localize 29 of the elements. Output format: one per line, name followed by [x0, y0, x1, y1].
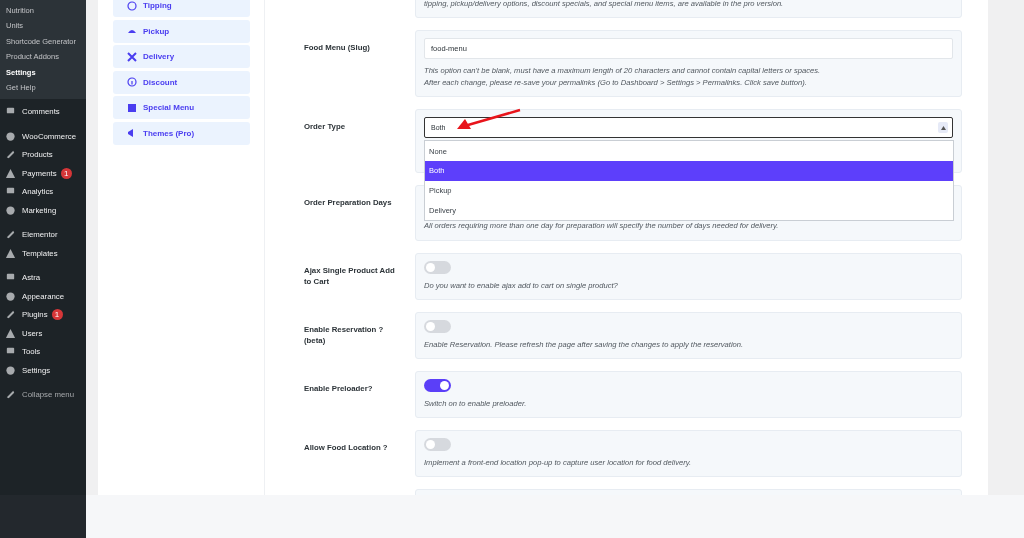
count-badge: 1	[51, 309, 63, 321]
toggle-switch[interactable]	[424, 378, 451, 392]
tab-icon	[127, 102, 137, 113]
settings-tab[interactable]: Themes (Pro)	[113, 121, 250, 145]
menu-icon	[5, 290, 16, 302]
menu-icon	[5, 149, 16, 161]
menu-icon	[5, 327, 16, 339]
menu-icon	[5, 389, 16, 401]
menu-icon	[5, 247, 16, 259]
tab-icon	[127, 77, 137, 87]
toggle-switch[interactable]	[424, 319, 451, 333]
menu-icon	[5, 364, 16, 376]
count-badge: 1	[60, 167, 72, 179]
menu-icon	[5, 309, 16, 321]
settings-tab[interactable]: Delivery	[113, 45, 250, 68]
toggle-switch[interactable]	[424, 438, 451, 451]
arrow-drawing	[456, 108, 522, 130]
settings-tab[interactable]: Discount	[113, 70, 250, 94]
menu-icon	[5, 229, 16, 241]
menu-icon	[5, 130, 16, 142]
menu-icon	[5, 204, 16, 216]
settings-tab[interactable]: Special Menu	[113, 96, 250, 119]
toggle-switch[interactable]	[424, 260, 451, 274]
tab-icon	[127, 51, 137, 62]
menu-icon	[5, 167, 16, 179]
settings-tab[interactable]: Tipping	[113, 0, 250, 17]
tab-icon	[127, 0, 137, 11]
caret-icon	[940, 125, 946, 130]
settings-tab[interactable]: Pickup	[113, 19, 250, 43]
